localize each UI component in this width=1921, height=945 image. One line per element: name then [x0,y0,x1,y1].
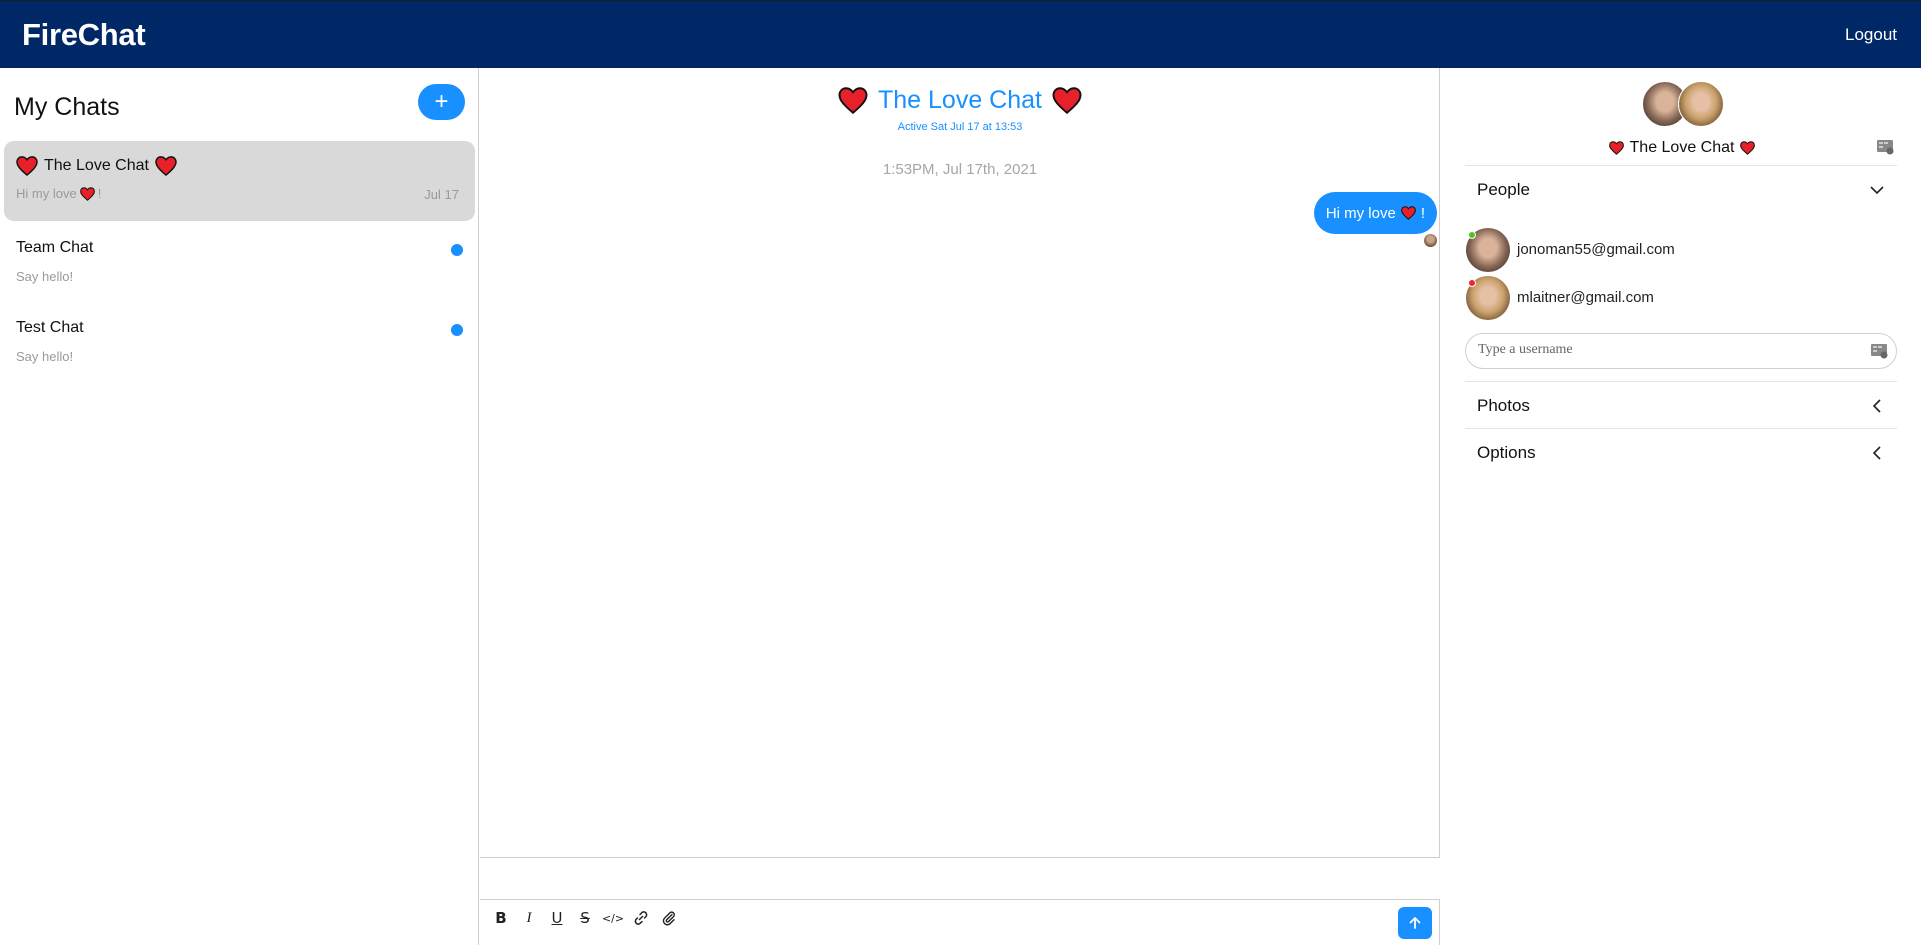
chat-card-title: The Love Chat [16,156,177,176]
app-logo: FireChat [22,17,146,52]
message-suffix: ! [1420,204,1425,222]
message-timestamp: 1:53PM, Jul 17th, 2021 [882,161,1038,178]
online-status-dot [1468,231,1476,239]
chat-card-team-chat[interactable]: Team Chat Say hello! [4,224,475,304]
chat-card-the-love-chat[interactable]: The Love Chat Hi my love ! Jul 17 [4,141,475,221]
chat-card-title: Test Chat [16,319,84,336]
heart-icon [16,156,38,176]
chat-header: The Love Chat Active Sat Jul 17 at 13:53 [480,86,1440,133]
chat-card-title: Team Chat [16,239,94,256]
chat-card-preview-text: Hi my love [16,186,77,201]
unread-dot [451,324,463,336]
top-bar: FireChat Logout [0,0,1921,68]
chat-avatars [1642,81,1724,127]
chat-card-preview: Say hello! [16,269,74,284]
underline-icon[interactable]: U [548,909,566,927]
options-section-header[interactable]: Options [1465,428,1897,475]
arrow-up-icon [1409,917,1421,929]
add-person-field [1465,333,1897,369]
chat-card-title-text: The Love Chat [44,157,149,174]
chat-title: The Love Chat [838,86,1082,115]
username-input[interactable] [1478,342,1858,358]
chat-feed-panel: The Love Chat Active Sat Jul 17 at 13:53… [480,68,1440,945]
person-row: mlaitner@gmail.com [1466,276,1886,322]
offline-status-dot [1468,279,1476,287]
heart-icon [1608,141,1624,155]
new-chat-button[interactable]: + [418,84,465,120]
chat-card-preview-suffix: ! [97,186,102,201]
attachment-icon[interactable] [660,909,678,927]
italic-icon[interactable]: I [520,909,538,927]
heart-icon [1052,87,1082,114]
my-message-bubble: Hi my love ! [1313,192,1437,234]
people-section-header[interactable]: People [1465,165,1897,211]
chat-list-panel: My Chats + The Love Chat Hi my love ! Ju… [0,68,479,945]
formatting-toolbar: B I U S </> [492,909,678,927]
read-receipt-avatar [1424,234,1437,247]
unread-dot [451,244,463,256]
chat-card-preview: Say hello! [16,349,74,364]
person-email: mlaitner@gmail.com [1517,289,1654,306]
bold-icon[interactable]: B [492,909,510,927]
strikethrough-icon[interactable]: S [576,909,594,927]
heart-icon [838,87,868,114]
chat-settings-panel: The Love Chat People jonoman55@gmail.com… [1441,68,1921,945]
chat-card-date: Jul 17 [424,187,459,202]
chat-title-text: The Love Chat [878,86,1042,114]
chat-card-test-chat[interactable]: Test Chat Say hello! [4,304,475,384]
chevron-left-icon [1872,446,1881,460]
message-composer: B I U S </> [480,857,1440,945]
logout-button[interactable]: Logout [1845,25,1897,45]
add-person-icon[interactable] [1870,342,1888,360]
chat-card-preview: Hi my love ! [16,186,101,201]
chat-list-title: My Chats [14,93,120,121]
chat-active-status: Active Sat Jul 17 at 13:53 [897,121,1023,133]
link-icon[interactable] [632,909,650,927]
chat-settings-icon[interactable] [1876,138,1894,156]
options-section-label: Options [1477,443,1536,462]
photos-section-label: Photos [1477,396,1530,415]
avatar [1678,81,1724,127]
person-row: jonoman55@gmail.com [1466,228,1886,274]
heart-icon [1740,141,1756,155]
photos-section-header[interactable]: Photos [1465,381,1897,428]
heart-icon [79,186,95,201]
settings-chat-title-text: The Love Chat [1629,139,1735,156]
message-text: Hi my love [1325,204,1396,222]
send-button[interactable] [1398,907,1432,939]
chevron-left-icon [1872,399,1881,413]
settings-chat-title: The Love Chat [1441,139,1921,157]
message-input[interactable] [480,858,1440,900]
chevron-down-icon [1870,186,1884,195]
people-section-label: People [1477,180,1530,199]
heart-icon [1400,206,1416,220]
person-email: jonoman55@gmail.com [1517,241,1675,258]
heart-icon [155,156,177,176]
code-icon[interactable]: </> [602,909,624,927]
